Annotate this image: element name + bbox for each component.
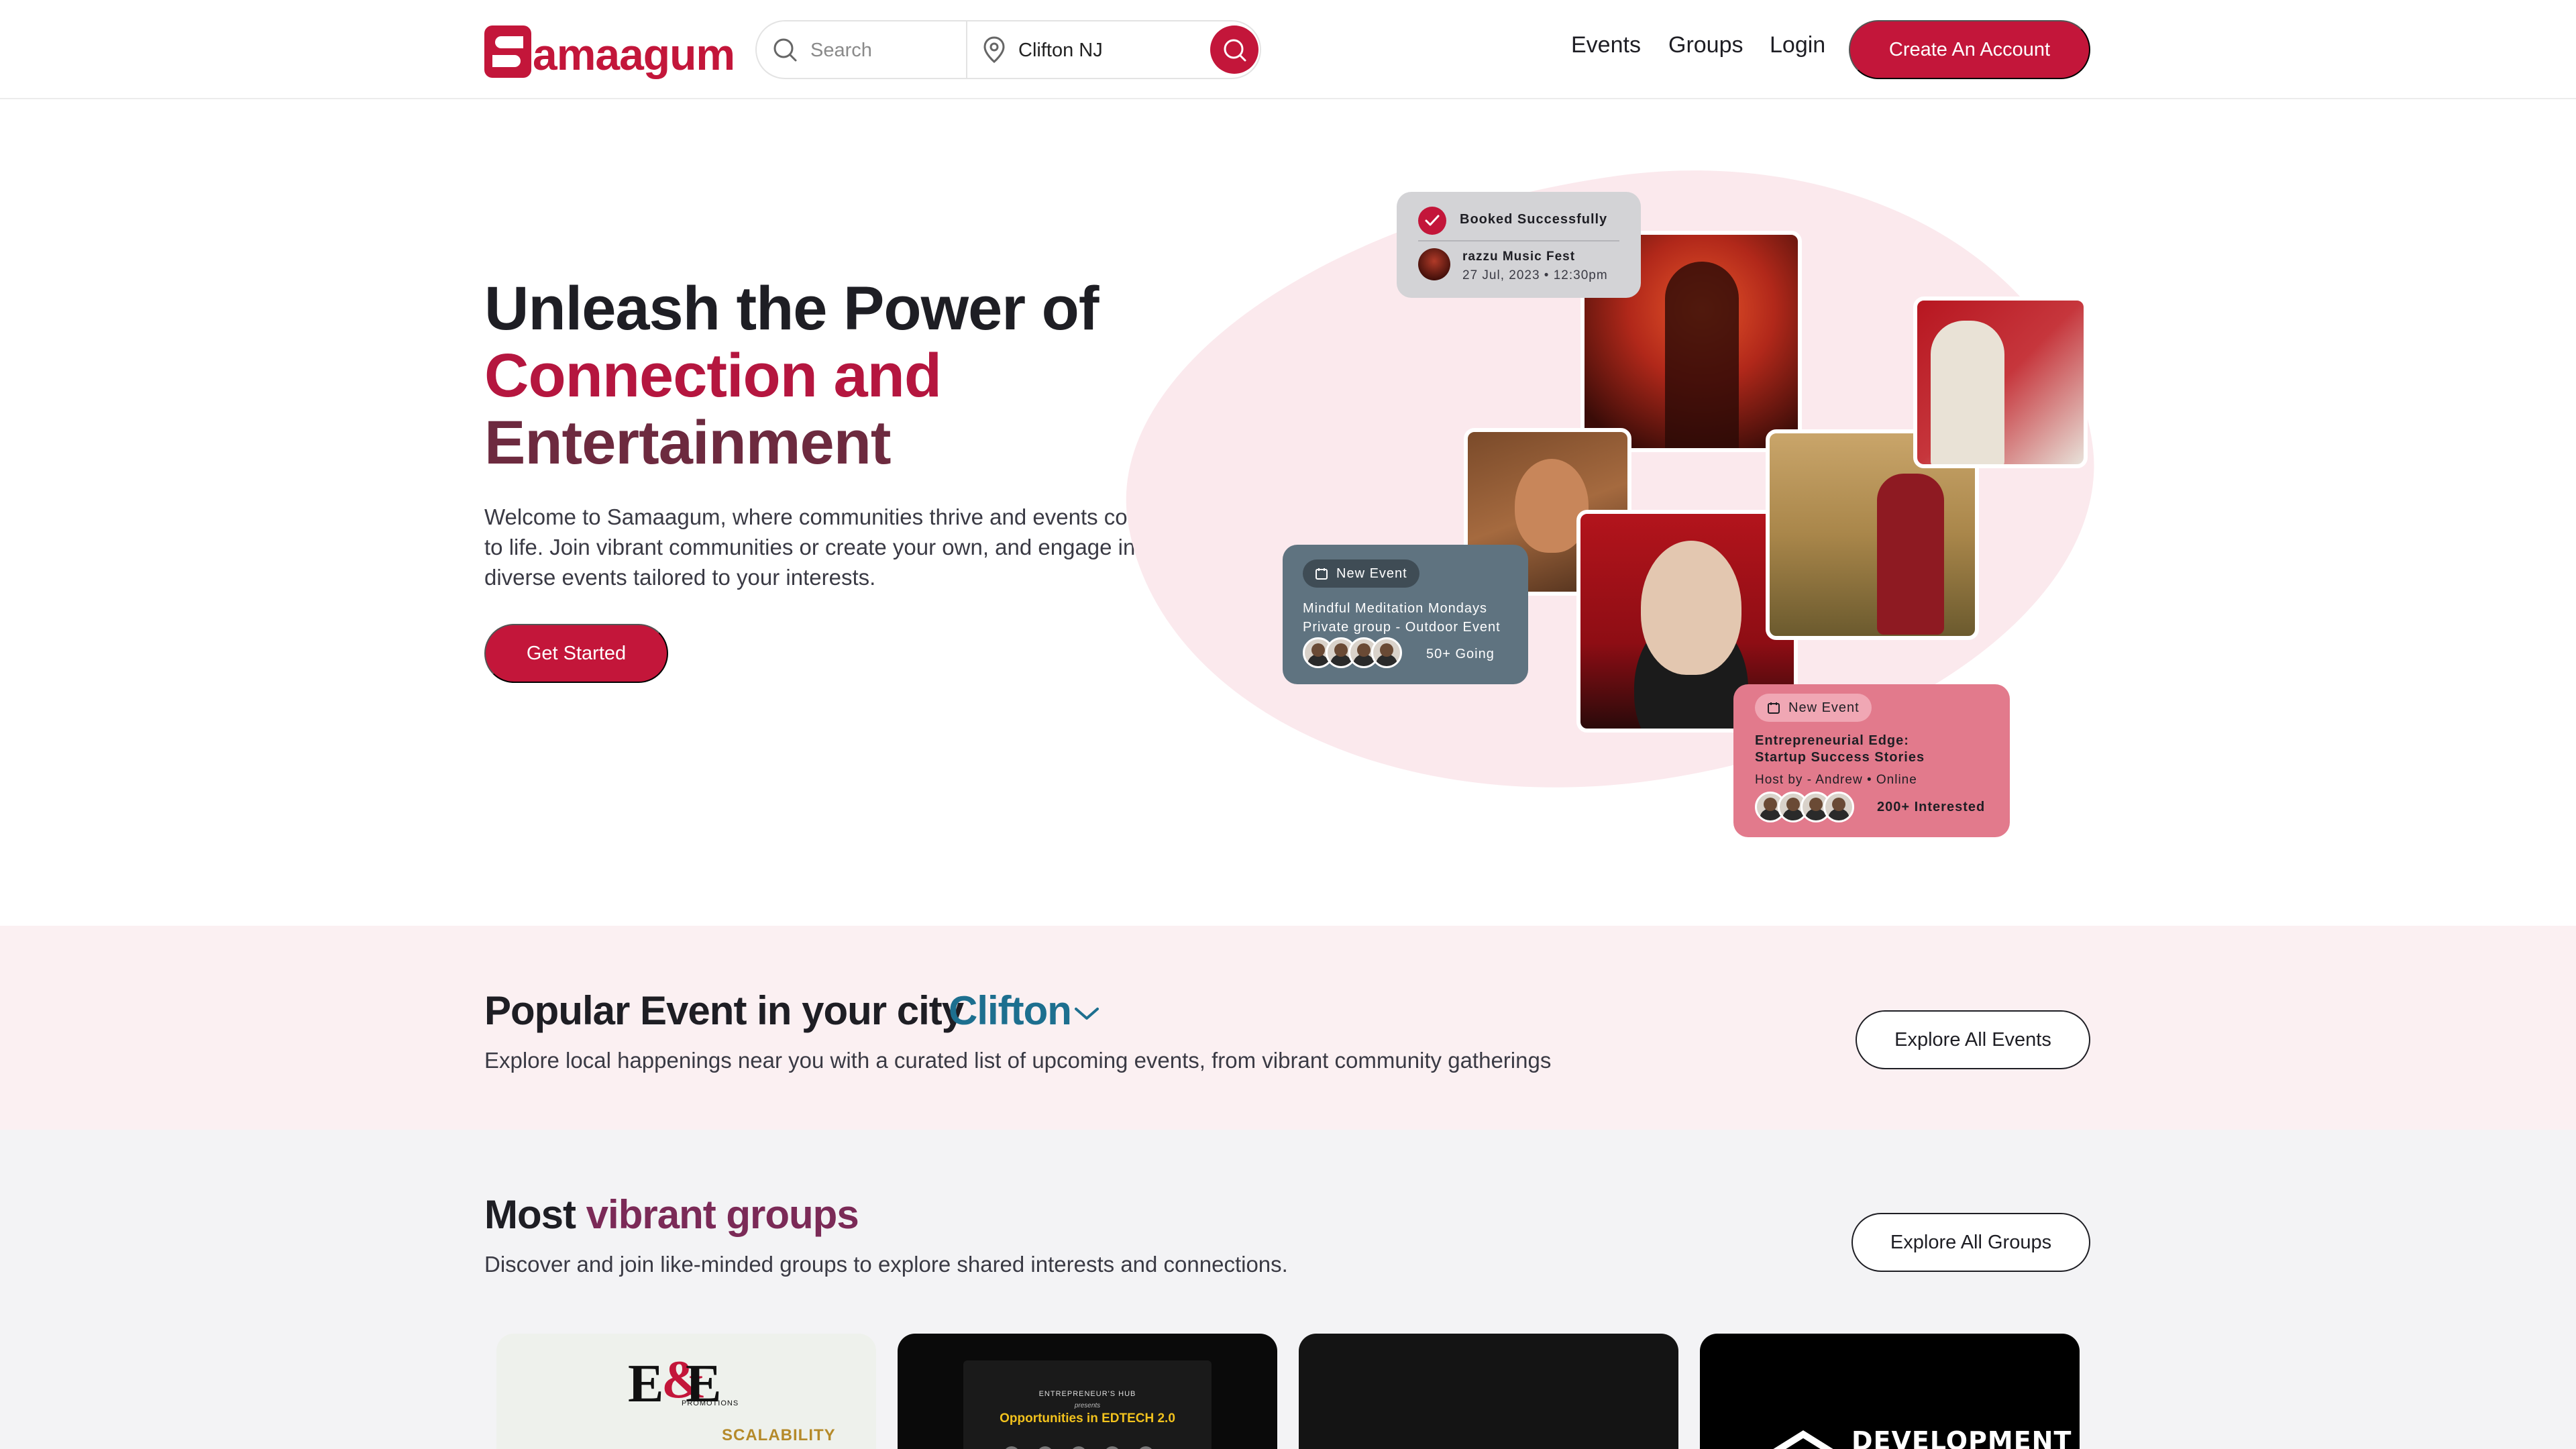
- entrepreneurial-host: Host by - Andrew • Online: [1755, 773, 1917, 787]
- interested-count: 200+ Interested: [1877, 800, 1986, 814]
- search-icon: [1224, 39, 1246, 62]
- meditation-title: Mindful Meditation Mondays: [1303, 601, 1488, 616]
- logo-subtitle: PROMOTIONS: [682, 1399, 739, 1407]
- popular-events-title: Popular Event in your city: [484, 988, 964, 1033]
- attendee-avatars: [1303, 637, 1402, 668]
- get-started-button[interactable]: Get Started: [484, 624, 668, 683]
- group-card-entrepreneurs-hub[interactable]: ENTREPRENEUR'S HUB presents Opportunitie…: [898, 1334, 1277, 1449]
- groups-section: [0, 1130, 2576, 1449]
- development-label: DEVELOPMENT: [1851, 1426, 2072, 1449]
- avatar: [1371, 637, 1402, 668]
- event-avatar: [1418, 248, 1450, 280]
- meditation-subtitle: Private group - Outdoor Event: [1303, 620, 1501, 635]
- nav-events[interactable]: Events: [1571, 32, 1641, 58]
- location-input[interactable]: [1018, 35, 1193, 66]
- entrepreneurial-title: Entrepreneurial Edge: Startup Success St…: [1755, 733, 1925, 766]
- entrepreneurial-title-line1: Entrepreneurial Edge:: [1755, 733, 1909, 748]
- going-count: 50+ Going: [1426, 647, 1495, 661]
- popular-events-section: [0, 926, 2576, 1130]
- hero-title-line3: Entertainment: [484, 409, 892, 477]
- surprised-women-photo: [1913, 297, 2088, 468]
- booked-event-date: 27 Jul, 2023 • 12:30pm: [1462, 268, 1608, 282]
- logo-mark-icon: [484, 25, 531, 78]
- edtech-poster: ENTREPRENEUR'S HUB presents Opportunitie…: [963, 1360, 1212, 1449]
- nav-groups[interactable]: Groups: [1668, 32, 1743, 58]
- hero-title-line2: Connection and: [484, 341, 942, 410]
- create-account-button[interactable]: Create An Account: [1849, 20, 2090, 79]
- calendar-icon: [1316, 568, 1328, 580]
- nav-login[interactable]: Login: [1770, 32, 1825, 58]
- groups-title-part1: Most: [484, 1192, 576, 1237]
- booked-event-name: razzu Music Fest: [1462, 250, 1576, 264]
- ee-promotions-logo: E & E: [628, 1350, 722, 1413]
- popular-events-description: Explore local happenings near you with a…: [484, 1048, 1552, 1073]
- search-submit-button[interactable]: [1210, 25, 1258, 74]
- group-card-dark[interactable]: [1299, 1334, 1678, 1449]
- meditation-event-card: New Event Mindful Meditation Mondays Pri…: [1283, 545, 1528, 684]
- scalability-tag: SCALABILITY: [722, 1426, 836, 1444]
- group-card-ee-promotions[interactable]: E & E PROMOTIONS SCALABILITY: [496, 1334, 876, 1449]
- poster-hub: ENTREPRENEUR'S HUB: [1038, 1390, 1136, 1398]
- badge-label: New Event: [1336, 566, 1407, 581]
- avatar: [1823, 792, 1854, 822]
- entrepreneurial-title-line2: Startup Success Stories: [1755, 750, 1925, 765]
- explore-all-events-button[interactable]: Explore All Events: [1856, 1010, 2090, 1069]
- explore-all-groups-button[interactable]: Explore All Groups: [1851, 1213, 2090, 1272]
- group-card-development[interactable]: DEVELOPMENT: [1700, 1334, 2080, 1449]
- new-event-badge: New Event: [1755, 694, 1872, 722]
- booked-successfully-card: Booked Successfully razzu Music Fest 27 …: [1397, 192, 1641, 298]
- groups-title-part2: vibrant groups: [586, 1192, 859, 1237]
- search-divider: [966, 21, 967, 78]
- booked-title: Booked Successfully: [1460, 212, 1608, 227]
- site-header: amaagum Events Groups Login Create An Ac…: [0, 0, 2576, 99]
- logo-text: amaagum: [533, 30, 735, 79]
- check-icon: [1418, 207, 1446, 235]
- poster-title: Opportunities in EDTECH 2.0: [1000, 1411, 1175, 1426]
- booked-divider: [1418, 240, 1619, 241]
- city-selector[interactable]: Clifton: [949, 987, 1072, 1034]
- hero-description: Welcome to Samaagum, where communities t…: [484, 504, 1159, 590]
- hero-title-line1: Unleash the Power of: [484, 274, 1099, 343]
- samaagum-logo[interactable]: amaagum: [484, 20, 735, 78]
- groups-description: Discover and join like-minded groups to …: [484, 1252, 1288, 1277]
- search-icon: [773, 38, 797, 62]
- poster-presents: presents: [1074, 1402, 1101, 1409]
- search-bar: [755, 20, 1261, 79]
- chevron-down-icon[interactable]: [1073, 1005, 1100, 1022]
- calendar-icon: [1768, 702, 1780, 714]
- poster-speakers: [1004, 1446, 1154, 1449]
- new-event-badge: New Event: [1303, 559, 1419, 588]
- development-logo-icon: [1773, 1430, 1833, 1449]
- entrepreneurial-event-card: New Event Entrepreneurial Edge: Startup …: [1733, 684, 2010, 837]
- attendee-avatars: [1755, 792, 1854, 822]
- hero-title: Unleash the Power of Connection and Ente…: [484, 275, 1099, 476]
- location-pin-icon: [983, 36, 1005, 63]
- groups-title: Most vibrant groups: [484, 1191, 859, 1238]
- badge-label: New Event: [1788, 700, 1860, 715]
